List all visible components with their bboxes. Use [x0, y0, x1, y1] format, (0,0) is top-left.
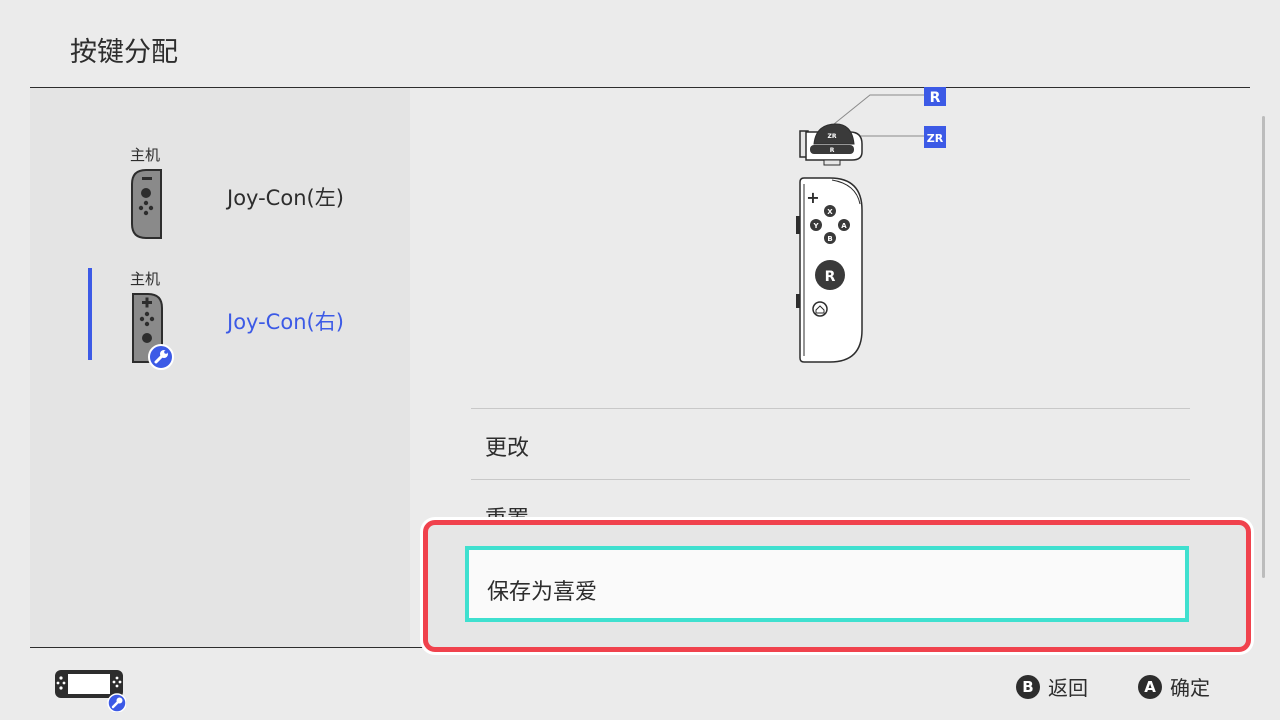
confirm-label: 确定: [1170, 676, 1210, 700]
back-label: 返回: [1048, 676, 1088, 700]
menu-item-change[interactable]: 更改: [471, 408, 1190, 479]
badge-zr-label: ZR: [927, 132, 944, 145]
b-button-icon: B: [1016, 674, 1040, 699]
page-title: 按键分配: [70, 37, 178, 68]
device-owner-label: 主机: [130, 270, 161, 288]
device-item-joycon-right[interactable]: 主机 Joy-Con(右): [30, 268, 410, 378]
device-owner-label: 主机: [130, 146, 161, 164]
button-b-label: B: [827, 235, 832, 243]
console-wrench-icon: [55, 670, 126, 712]
plus-label: +: [806, 188, 819, 207]
stick-label: R: [825, 269, 836, 285]
home-icon: [812, 301, 828, 317]
confirm-button[interactable]: A 确定: [1138, 672, 1210, 701]
footer-divider: [30, 647, 425, 648]
device-item-joycon-left[interactable]: 主机 Joy-Con(左): [30, 144, 410, 254]
badge-r-label: R: [930, 90, 941, 106]
device-name: Joy-Con(右): [227, 310, 344, 334]
a-button-icon: A: [1138, 674, 1162, 699]
scrollbar[interactable]: [1262, 116, 1265, 578]
button-a-label: A: [841, 222, 847, 230]
shoulder-r-label: R: [830, 147, 835, 154]
selection-indicator: [88, 268, 92, 360]
back-button[interactable]: B 返回: [1016, 672, 1088, 701]
wrench-badge-icon: [148, 344, 174, 370]
joycon-right-diagram: ZR R R ZR + X Y A B R: [796, 87, 946, 363]
button-y-label: Y: [812, 222, 819, 230]
menu-item-label: 保存为喜爱: [487, 580, 598, 605]
button-x-label: X: [827, 208, 833, 216]
shoulder-zr-label: ZR: [828, 133, 837, 140]
device-name: Joy-Con(左): [227, 186, 344, 210]
joycon-left-icon: [131, 169, 162, 239]
menu-item-save-favorite[interactable]: 保存为喜爱: [465, 546, 1189, 622]
device-list: 主机 Joy-Con(左) 主机 Joy-Con(右): [30, 88, 410, 647]
menu-item-label: 更改: [485, 436, 530, 461]
